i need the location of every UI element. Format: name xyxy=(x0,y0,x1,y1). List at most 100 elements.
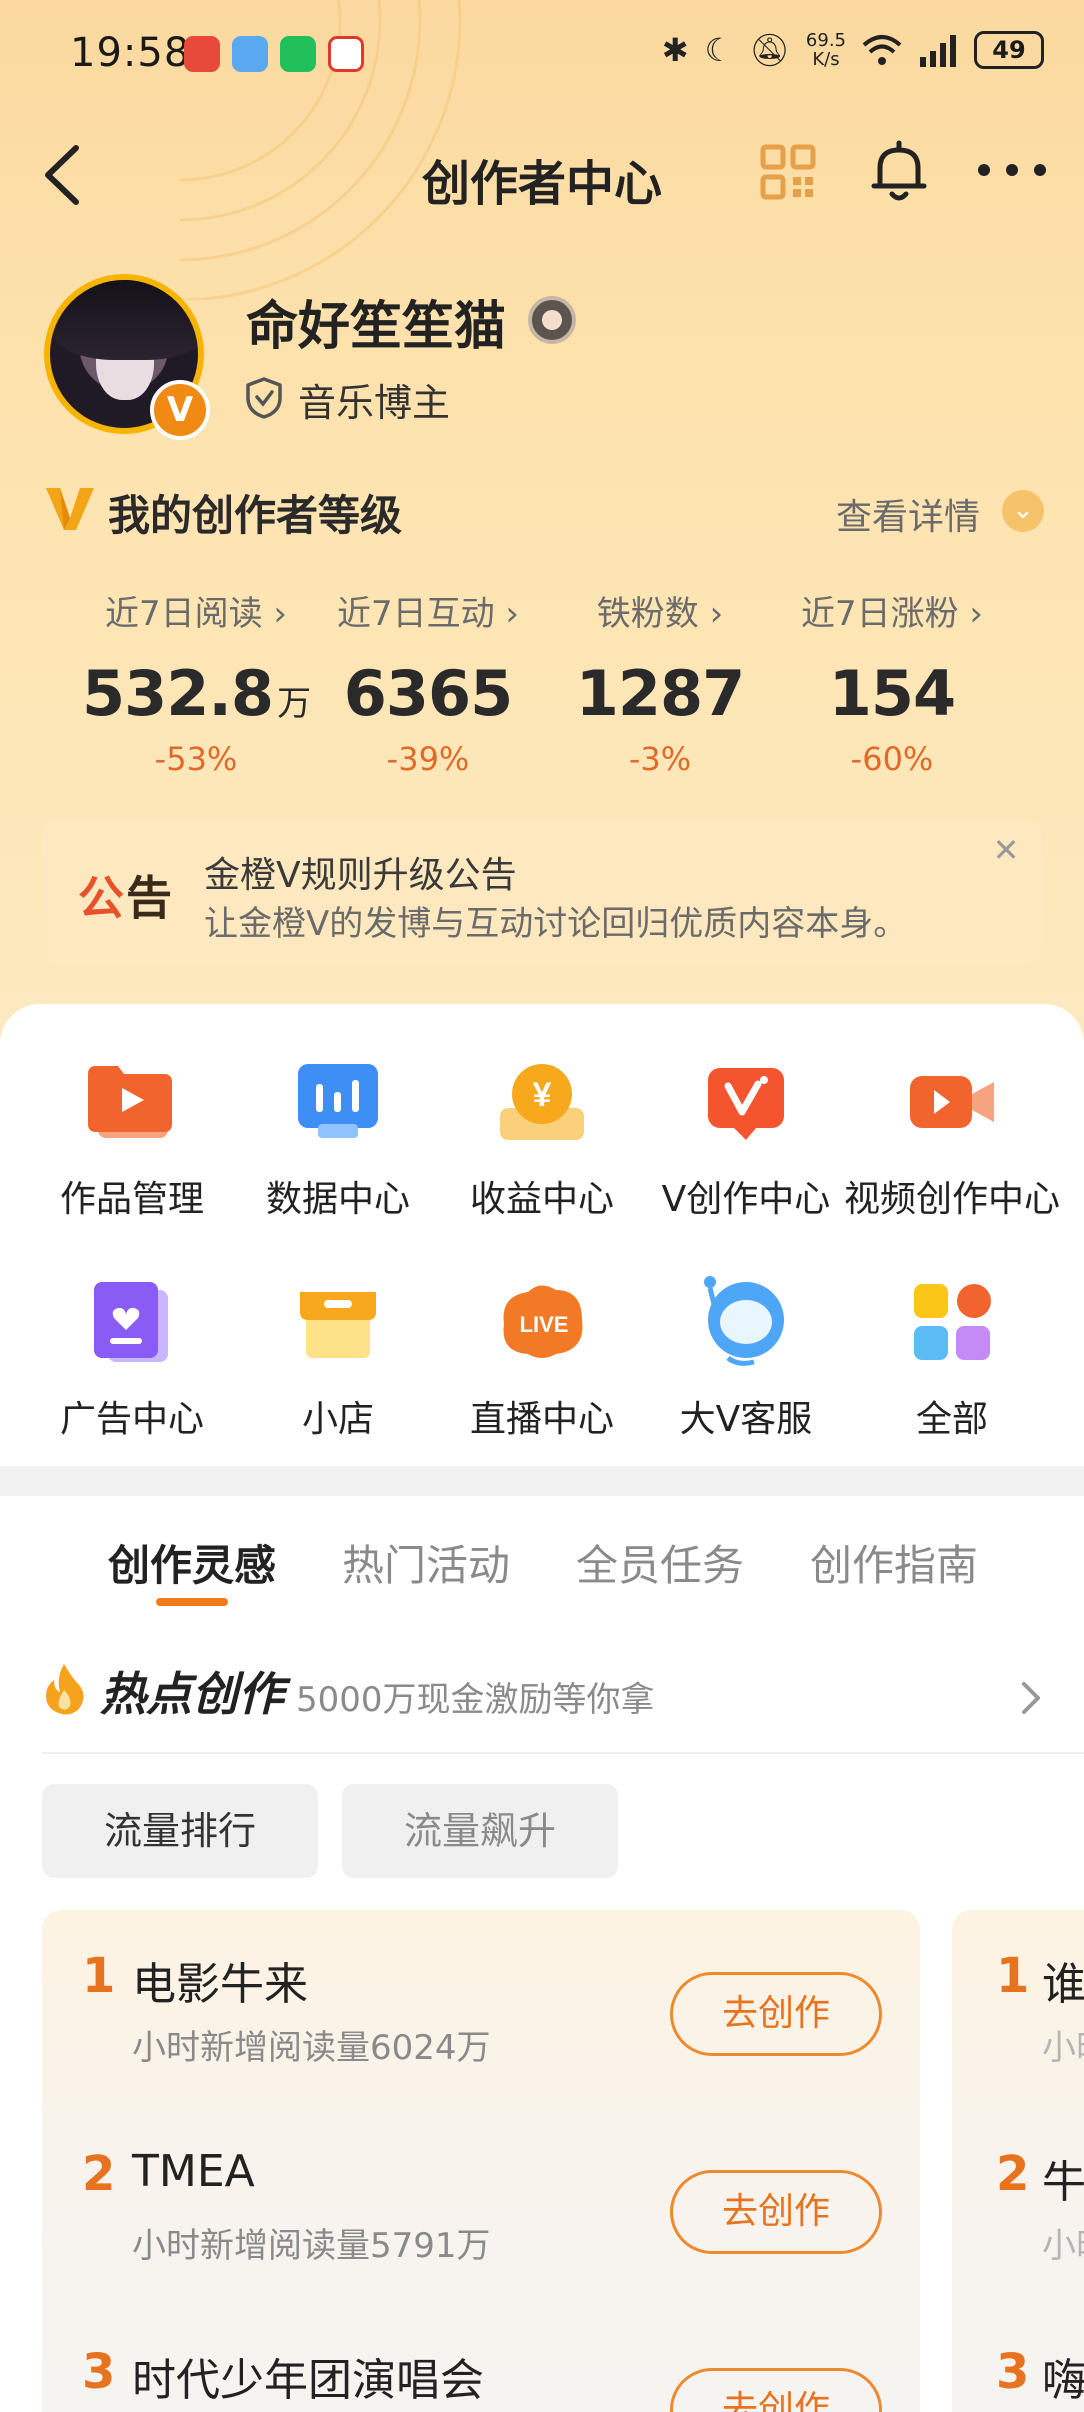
more-options-icon[interactable] xyxy=(972,148,1052,192)
grid-label: 视频创作中心 xyxy=(843,1179,1060,1220)
inspiration-tabs: 创作灵感 热门活动 全员任务 创作指南 xyxy=(0,1496,1084,1606)
announcement-banner[interactable]: 公告 金橙V规则升级公告 让金橙V的发博与互动讨论回归优质内容本身。 ✕ xyxy=(42,820,1042,964)
v-creation-icon xyxy=(708,1068,784,1140)
stats-row: 近7日阅读 › 532.8 万 -53% 近7日互动 › 6365 -39% 铁粉… xyxy=(0,586,1084,786)
rank-topic-title: 谁 xyxy=(1042,1959,1084,2010)
active-tab-indicator xyxy=(156,1598,228,1606)
data-center-icon xyxy=(298,1064,378,1138)
mute-bell-icon: 🔕︎ xyxy=(749,31,790,69)
chevron-right-icon[interactable] xyxy=(1018,1678,1046,1718)
announcement-subtitle: 让金橙V的发博与互动讨论回归优质内容本身。 xyxy=(204,904,908,944)
go-create-button[interactable]: 去创作 xyxy=(670,2368,882,2412)
rank-number: 1 xyxy=(996,1948,1030,2004)
go-create-button[interactable]: 去创作 xyxy=(670,1972,882,2056)
stat-interaction-7d[interactable]: 近7日互动 › 6365 -39% xyxy=(308,586,548,778)
grid-item-customer-service[interactable]: 大V客服 xyxy=(636,1274,856,1442)
grid-item-v-creation[interactable]: V创作中心 xyxy=(636,1054,856,1222)
grid-label: 直播中心 xyxy=(469,1399,614,1440)
shop-icon xyxy=(300,1292,376,1358)
works-management-icon xyxy=(88,1066,172,1138)
stat-new-fans-7d[interactable]: 近7日涨粉 › 154 -60% xyxy=(772,586,1012,778)
all-apps-icon xyxy=(914,1284,991,1360)
user-name[interactable]: 命好笙笙猫 xyxy=(246,284,506,359)
rank-topic-stats: 小时 xyxy=(1042,2226,1084,2266)
grid-item-income-center[interactable]: ¥ 收益中心 xyxy=(432,1054,652,1222)
tab-hot-events[interactable]: 热门活动 xyxy=(342,1532,510,1593)
ranking-item[interactable]: 2 TMEA 小时新增阅读量5791万 去创作 xyxy=(42,2108,920,2308)
chevron-down-icon[interactable]: ⌄ xyxy=(1002,490,1044,532)
grid-label: V创作中心 xyxy=(661,1179,831,1220)
video-creation-icon xyxy=(910,1076,994,1128)
notification-bell-icon[interactable] xyxy=(868,140,930,204)
rank-topic-stats: 小时新增阅读量5791万 xyxy=(132,2226,491,2266)
user-role: 音乐博主 xyxy=(298,381,451,425)
grid-label: 小店 xyxy=(301,1399,374,1440)
rank-number: 2 xyxy=(996,2146,1030,2202)
ad-center-icon xyxy=(94,1282,168,1362)
stat-label: 近7日互动 › xyxy=(336,594,520,634)
stat-value: 1287 xyxy=(575,657,746,730)
tools-grid: 作品管理 数据中心 ¥ 收益中心 V创作中心 视频创作中心 广告中心 小店 LI… xyxy=(0,1004,1084,1464)
grid-item-video-creation[interactable]: 视频创作中心 xyxy=(842,1054,1062,1222)
stat-value: 154 xyxy=(828,657,956,730)
creator-center-page: 19:58 ✱ ☾ 🔕︎ 69.5 K/s 49 创作者中心 V 命好笙笙猫 音… xyxy=(0,0,1084,2412)
view-details-link[interactable]: 查看详情 xyxy=(836,488,980,540)
stat-label: 近7日涨粉 › xyxy=(800,594,984,634)
grid-item-ad-center[interactable]: 广告中心 xyxy=(22,1274,242,1442)
chip-traffic-ranking[interactable]: 流量排行 xyxy=(42,1784,318,1878)
rank-topic-stats: 小时新增阅读量6024万 xyxy=(132,2028,491,2068)
stat-value: 532.8 万 xyxy=(81,657,311,730)
rank-topic-stats: 小时 xyxy=(1042,2028,1084,2068)
creator-level-v-icon xyxy=(46,488,94,530)
grid-item-all[interactable]: 全部 xyxy=(842,1274,1062,1442)
stat-iron-fans[interactable]: 铁粉数 › 1287 -3% xyxy=(540,586,780,778)
ranking-item[interactable]: 1 电影牛来 小时新增阅读量6024万 去创作 xyxy=(42,1910,920,2110)
rank-number: 3 xyxy=(82,2344,116,2400)
hot-creation-header[interactable]: 热点创作 5000万现金激励等你拿 xyxy=(0,1640,1084,1754)
stat-read-7d[interactable]: 近7日阅读 › 532.8 万 -53% xyxy=(76,586,316,778)
stat-value: 6365 xyxy=(343,657,514,730)
creator-level-title: 我的创作者等级 xyxy=(108,491,403,540)
close-icon[interactable]: ✕ xyxy=(986,830,1026,870)
rank-topic-title: 牛 xyxy=(1042,2157,1084,2208)
rank-topic-title: TMEA xyxy=(132,2146,255,2197)
grid-label: 全部 xyxy=(915,1399,988,1440)
wechat-icon xyxy=(280,36,316,72)
rank-number: 1 xyxy=(82,1948,116,2004)
grid-item-data-center[interactable]: 数据中心 xyxy=(228,1054,448,1222)
top-nav-bar: 创作者中心 xyxy=(0,120,1084,230)
tab-creation-inspiration[interactable]: 创作灵感 xyxy=(108,1532,276,1593)
stat-label: 铁粉数 › xyxy=(596,594,724,634)
status-bar: 19:58 ✱ ☾ 🔕︎ 69.5 K/s 49 xyxy=(0,0,1084,110)
stat-change: -3% xyxy=(628,740,692,778)
tab-all-member-tasks[interactable]: 全员任务 xyxy=(576,1532,744,1593)
ranking-card: 1 电影牛来 小时新增阅读量6024万 去创作 2 TMEA 小时新增阅读量57… xyxy=(42,1910,920,2412)
grid-label: 作品管理 xyxy=(59,1179,204,1220)
stat-change: -39% xyxy=(386,740,470,778)
announcement-tag: 公告 xyxy=(78,871,174,925)
status-notification-icons xyxy=(184,36,364,72)
rank-number: 2 xyxy=(82,2146,116,2202)
medal-icon[interactable] xyxy=(528,296,576,344)
grid-item-shop[interactable]: 小店 xyxy=(228,1274,448,1442)
rank-topic-title: 嗨 xyxy=(1042,2355,1084,2406)
ranking-item[interactable]: 3 时代少年团演唱会 去创作 xyxy=(42,2306,920,2412)
qr-code-icon[interactable] xyxy=(760,144,816,200)
weibo-icon xyxy=(328,36,364,72)
ranking-card-secondary[interactable]: 1 谁 小时 2 牛 小时 3 嗨 xyxy=(952,1910,1084,2412)
hot-creation-subtitle: 5000万现金激励等你拿 xyxy=(296,1680,655,1720)
status-time: 19:58 xyxy=(70,30,191,76)
wifi-icon xyxy=(862,35,902,65)
grid-item-live-center[interactable]: LIVE 直播中心 xyxy=(432,1274,652,1442)
chip-traffic-surge[interactable]: 流量飙升 xyxy=(342,1784,618,1878)
moon-icon: ☾ xyxy=(704,31,734,69)
tab-creation-guide[interactable]: 创作指南 xyxy=(810,1532,978,1593)
rank-number: 3 xyxy=(996,2344,1030,2400)
live-center-icon: LIVE xyxy=(503,1285,583,1358)
fire-icon xyxy=(46,1664,84,1715)
grid-item-works-management[interactable]: 作品管理 xyxy=(22,1054,242,1222)
avatar-hair xyxy=(50,280,198,360)
go-create-button[interactable]: 去创作 xyxy=(670,2170,882,2254)
hot-creation-title: 热点创作 xyxy=(100,1667,284,1721)
svg-text:¥: ¥ xyxy=(533,1076,552,1114)
